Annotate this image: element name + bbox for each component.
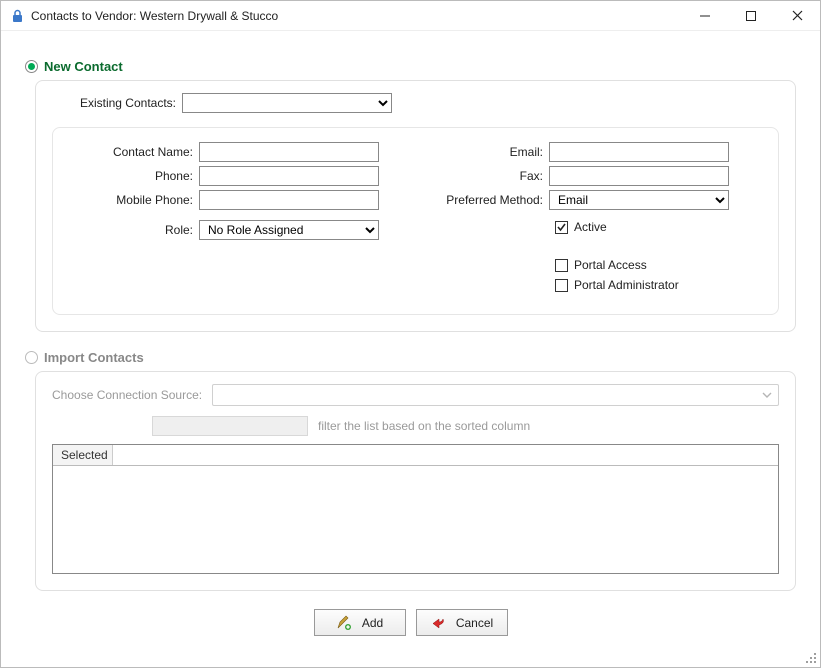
role-label: Role: bbox=[69, 223, 199, 237]
active-checkbox-row[interactable]: Active bbox=[555, 220, 762, 234]
existing-contacts-label: Existing Contacts: bbox=[52, 96, 182, 110]
grid-header: Selected bbox=[53, 445, 778, 466]
contact-fields-panel: Contact Name: Phone: Mobile Phone: Role: bbox=[52, 127, 779, 315]
email-label: Email: bbox=[429, 145, 549, 159]
connection-source-label: Choose Connection Source: bbox=[52, 388, 212, 402]
fax-label: Fax: bbox=[429, 169, 549, 183]
phone-label: Phone: bbox=[69, 169, 199, 183]
contact-name-input[interactable] bbox=[199, 142, 379, 162]
mobile-phone-input[interactable] bbox=[199, 190, 379, 210]
add-button-label: Add bbox=[362, 616, 383, 630]
grid-header-selected[interactable]: Selected bbox=[53, 445, 113, 465]
filter-hint: filter the list based on the sorted colu… bbox=[318, 419, 530, 433]
preferred-method-select[interactable]: Email bbox=[549, 190, 729, 210]
cancel-button[interactable]: Cancel bbox=[416, 609, 508, 636]
mode-import-label: Import Contacts bbox=[44, 350, 144, 365]
active-label: Active bbox=[574, 220, 607, 234]
role-select[interactable]: No Role Assigned bbox=[199, 220, 379, 240]
pencil-plus-icon bbox=[336, 615, 352, 631]
cancel-button-label: Cancel bbox=[456, 616, 493, 630]
contact-name-label: Contact Name: bbox=[69, 145, 199, 159]
portal-admin-label: Portal Administrator bbox=[574, 278, 679, 292]
back-arrow-icon bbox=[430, 615, 446, 631]
existing-contacts-select[interactable] bbox=[182, 93, 392, 113]
mode-new-contact[interactable]: New Contact bbox=[25, 59, 796, 74]
fax-input[interactable] bbox=[549, 166, 729, 186]
connection-source-select[interactable] bbox=[212, 384, 779, 406]
resize-grip[interactable] bbox=[804, 651, 818, 665]
close-button[interactable] bbox=[774, 1, 820, 30]
titlebar: Contacts to Vendor: Western Drywall & St… bbox=[1, 1, 820, 31]
button-bar: Add Cancel bbox=[25, 609, 796, 636]
mode-new-contact-label: New Contact bbox=[44, 59, 123, 74]
mode-import-contacts[interactable]: Import Contacts bbox=[25, 350, 796, 365]
chevron-down-icon bbox=[762, 392, 772, 398]
minimize-button[interactable] bbox=[682, 1, 728, 30]
portal-admin-checkbox-row[interactable]: Portal Administrator bbox=[555, 278, 762, 292]
email-input[interactable] bbox=[549, 142, 729, 162]
mobile-phone-label: Mobile Phone: bbox=[69, 193, 199, 207]
checkbox-icon bbox=[555, 259, 568, 272]
window-title: Contacts to Vendor: Western Drywall & St… bbox=[31, 9, 682, 23]
phone-input[interactable] bbox=[199, 166, 379, 186]
checkbox-icon bbox=[555, 279, 568, 292]
add-button[interactable]: Add bbox=[314, 609, 406, 636]
radio-icon bbox=[25, 351, 38, 364]
lock-icon bbox=[9, 8, 25, 24]
portal-access-label: Portal Access bbox=[574, 258, 647, 272]
filter-input[interactable] bbox=[152, 416, 308, 436]
import-grid[interactable]: Selected bbox=[52, 444, 779, 574]
maximize-button[interactable] bbox=[728, 1, 774, 30]
preferred-method-label: Preferred Method: bbox=[429, 193, 549, 207]
new-contact-panel: Existing Contacts: Contact Name: Phone: bbox=[35, 80, 796, 332]
radio-icon bbox=[25, 60, 38, 73]
import-panel: Choose Connection Source: filter the lis… bbox=[35, 371, 796, 591]
portal-access-checkbox-row[interactable]: Portal Access bbox=[555, 258, 762, 272]
checkbox-icon bbox=[555, 221, 568, 234]
window-controls bbox=[682, 1, 820, 30]
